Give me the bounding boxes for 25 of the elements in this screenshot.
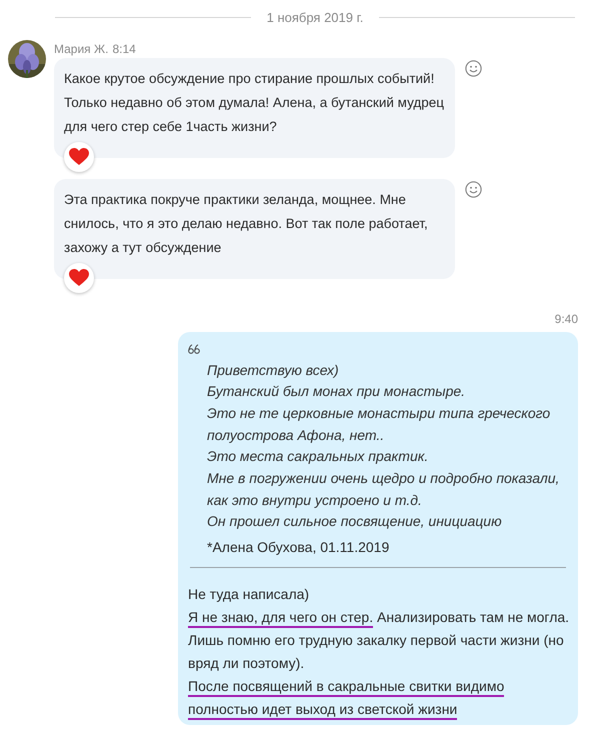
quote-text: Он прошел сильное посвящение, инициацию — [206, 512, 503, 532]
message-text: Не туда написала) — [188, 585, 310, 604]
quote-text: Это не те церковные монастыри типа греческого — [206, 404, 552, 423]
message-text: захожу а тут обсуждение — [64, 238, 222, 257]
message-text: Я не знаю, для чего он стер. Анализировать там не могла. — [188, 606, 570, 630]
message-text: Эта практика покруче практики зеланда, мощнее. Мне — [64, 190, 406, 209]
message-text: для чего стер себе 1часть жизни? — [64, 118, 277, 136]
message-text: Лишь помню его трудную закалку первой части жизни (но — [188, 631, 564, 650]
message-text: полностью идет выход из светской жизни — [188, 698, 458, 722]
quote-text: Приветствую всех) — [206, 360, 340, 380]
quote-text: как это внутри устроено и т.д. — [206, 490, 423, 510]
message-text: Какое крутое обсуждение про стирание прошлых событий! — [64, 70, 434, 88]
quote-text: Это места сакральных практик. — [206, 447, 430, 466]
message-text: Только недавно об этом думала! Алена, а бутанский мудрец — [64, 94, 444, 112]
quote-author: *Алена Обухова, 01.11.2019 — [206, 538, 390, 558]
message-text: После посвящений в сакральные свитки видимо — [188, 675, 504, 698]
message-text: вряд ли поэтому). — [188, 654, 304, 674]
quote-text: Мне в погружении очень щедро и подробно показали, — [206, 469, 560, 488]
quote-text: полуострова Афона, нет.. — [206, 426, 386, 445]
sender-name: Мария Ж. — [54, 40, 108, 58]
date-divider: 1 ноября 2019 г. — [266, 9, 364, 27]
message-text: снилось, что я это делаю недавно. Вот так поле работает, — [64, 214, 428, 233]
quote-text: Бутанский был монах при монастыре. — [206, 382, 466, 402]
message-time: 9:40 — [554, 312, 578, 326]
message-time: 8:14 — [112, 40, 136, 58]
